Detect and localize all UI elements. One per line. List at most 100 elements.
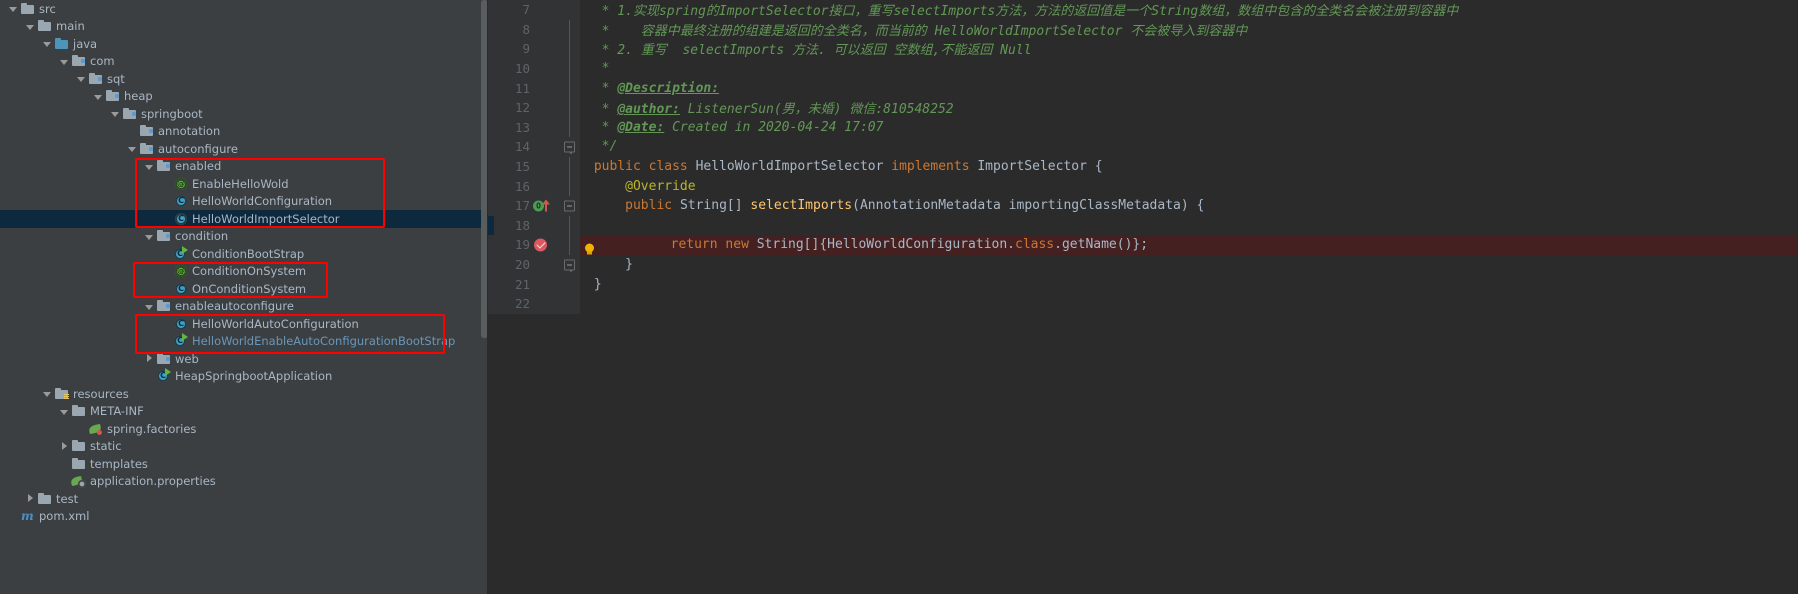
tree-item-spring-factories[interactable]: spring.factories	[0, 420, 488, 438]
code-line-11[interactable]: 11 * @Description:	[488, 78, 1798, 98]
code-line-9[interactable]: 9 * 2. 重写 selectImports 方法. 可以返回 空数组,不能返…	[488, 39, 1798, 59]
gutter-marker[interactable]	[530, 137, 556, 157]
gutter-line-10[interactable]: 10	[488, 58, 560, 79]
fold-gutter[interactable]	[560, 39, 580, 59]
tree-item-autoconfigure[interactable]: autoconfigure	[0, 140, 488, 158]
fold-gutter[interactable]	[560, 58, 580, 79]
gutter-marker[interactable]	[530, 98, 556, 118]
fold-gutter[interactable]	[560, 0, 580, 20]
chevron-down-icon[interactable]	[144, 231, 155, 242]
chevron-down-icon[interactable]	[25, 21, 36, 32]
chevron-down-icon[interactable]	[8, 3, 19, 14]
fold-gutter[interactable]	[560, 117, 580, 138]
code-line-22[interactable]: 22	[488, 293, 1798, 314]
tree-item-web[interactable]: web	[0, 350, 488, 368]
chevron-down-icon[interactable]	[42, 388, 53, 399]
gutter-line-14[interactable]: 14	[488, 137, 560, 157]
gutter-marker[interactable]	[530, 235, 556, 255]
gutter-line-19[interactable]: 19	[488, 235, 560, 255]
gutter-marker[interactable]	[530, 0, 556, 20]
gutter-line-17[interactable]: 17 O	[488, 195, 560, 216]
gutter-line-9[interactable]: 9	[488, 39, 560, 59]
gutter-line-11[interactable]: 11	[488, 78, 560, 98]
chevron-right-icon[interactable]	[59, 441, 70, 452]
code-line-20[interactable]: 20 }	[488, 254, 1798, 275]
fold-gutter[interactable]	[560, 137, 580, 157]
code-line-17[interactable]: 17 O public String[] selectImports(Annota…	[488, 195, 1798, 216]
chevron-right-icon[interactable]	[25, 493, 36, 504]
gutter-marker[interactable]	[530, 274, 556, 294]
tree-item-meta-inf[interactable]: META-INF	[0, 403, 488, 421]
gutter-line-13[interactable]: 13	[488, 117, 560, 138]
fold-end-icon[interactable]	[564, 259, 575, 273]
chevron-down-icon[interactable]	[93, 91, 104, 102]
tree-item-java[interactable]: java	[0, 35, 488, 53]
code-line-21[interactable]: 21 }	[488, 274, 1798, 294]
tree-item-src[interactable]: src	[0, 0, 488, 18]
fold-gutter[interactable]	[560, 19, 580, 40]
gutter-marker[interactable]	[530, 294, 556, 314]
gutter-line-20[interactable]: 20	[488, 254, 560, 275]
fold-gutter[interactable]	[560, 195, 580, 216]
fold-gutter[interactable]	[560, 274, 580, 294]
chevron-down-icon[interactable]	[42, 38, 53, 49]
tree-item-onconditionsystem[interactable]: C OnConditionSystem	[0, 280, 488, 298]
tree-item-pom-xml[interactable]: m pom.xml	[0, 508, 488, 526]
tree-item-com[interactable]: com	[0, 53, 488, 71]
tree-item-helloworldimportselector[interactable]: C HelloWorldImportSelector	[0, 210, 488, 228]
code-line-7[interactable]: 7 * 1.实现spring的ImportSelector接口，重写select…	[488, 0, 1798, 20]
tree-item-springboot[interactable]: springboot	[0, 105, 488, 123]
gutter-marker[interactable]	[530, 157, 556, 177]
breakpoint-verified-icon[interactable]	[534, 238, 547, 252]
chevron-down-icon[interactable]	[76, 73, 87, 84]
tree-item-heapspringbootapplication[interactable]: C HeapSpringbootApplication	[0, 368, 488, 386]
gutter-marker[interactable]	[530, 255, 556, 275]
tree-item-helloworldautoconfiguration[interactable]: C HelloWorldAutoConfiguration	[0, 315, 488, 333]
gutter-line-15[interactable]: 15	[488, 156, 560, 177]
tree-item-enablehellowold[interactable]: @ EnableHelloWold	[0, 175, 488, 193]
gutter-line-7[interactable]: 7	[488, 0, 560, 20]
gutter-marker[interactable]	[530, 118, 556, 138]
chevron-down-icon[interactable]	[59, 56, 70, 67]
tree-item-condition[interactable]: condition	[0, 228, 488, 246]
project-tool-window[interactable]: src main java com sqt heap springboot annotatio…	[0, 0, 488, 594]
fold-gutter[interactable]	[560, 215, 580, 236]
gutter-line-8[interactable]: 8	[488, 19, 560, 40]
tree-item-templates[interactable]: templates	[0, 455, 488, 473]
intention-bulb-icon[interactable]	[584, 243, 606, 255]
project-tree[interactable]: src main java com sqt heap springboot annotatio…	[0, 0, 488, 525]
code-line-10[interactable]: 10 *	[488, 58, 1798, 79]
gutter-line-18[interactable]: 18	[488, 215, 560, 236]
tree-item-helloworldconfiguration[interactable]: C HelloWorldConfiguration	[0, 193, 488, 211]
gutter-line-12[interactable]: 12	[488, 97, 560, 118]
tree-item-static[interactable]: static	[0, 438, 488, 456]
tree-item-conditionbootstrap[interactable]: C ConditionBootStrap	[0, 245, 488, 263]
implementing-arrow-icon[interactable]	[542, 199, 550, 212]
tree-item-conditiononsystem[interactable]: @ ConditionOnSystem	[0, 263, 488, 281]
gutter-line-16[interactable]: 16	[488, 176, 560, 196]
fold-gutter[interactable]	[560, 254, 580, 275]
code-line-14[interactable]: 14 */	[488, 137, 1798, 157]
code-line-13[interactable]: 13 * @Date: Created in 2020-04-24 17:07	[488, 117, 1798, 138]
gutter-marker[interactable]	[530, 20, 556, 40]
gutter-marker[interactable]	[530, 59, 556, 79]
gutter-marker[interactable]	[530, 78, 556, 98]
chevron-down-icon[interactable]	[144, 301, 155, 312]
fold-gutter[interactable]	[560, 293, 580, 314]
tree-item-application-properties[interactable]: application.properties	[0, 473, 488, 491]
code-line-18[interactable]: 18	[488, 215, 1798, 236]
code-line-15[interactable]: 15 public class HelloWorldImportSelector…	[488, 156, 1798, 177]
gutter-line-21[interactable]: 21	[488, 274, 560, 294]
fold-collapse-icon[interactable]	[564, 200, 575, 212]
tree-item-resources[interactable]: resources	[0, 385, 488, 403]
fold-gutter[interactable]	[560, 156, 580, 177]
tree-item-helloworldenableautoconfigurationbootstrap[interactable]: C HelloWorldEnableAutoConfigurationBootSt…	[0, 333, 488, 351]
fold-gutter[interactable]	[560, 97, 580, 118]
tree-item-test[interactable]: test	[0, 490, 488, 508]
code-line-12[interactable]: 12 * @author: ListenerSun(男，未婚) 微信:81054…	[488, 97, 1798, 118]
code-editor[interactable]: 7 * 1.实现spring的ImportSelector接口，重写select…	[488, 0, 1798, 594]
code-line-8[interactable]: 8 * 容器中最终注册的组建是返回的全类名，而当前的 HelloWorldImp…	[488, 19, 1798, 40]
tree-item-annotation[interactable]: annotation	[0, 123, 488, 141]
tree-item-sqt[interactable]: sqt	[0, 70, 488, 88]
tree-item-enableautoconfigure[interactable]: enableautoconfigure	[0, 298, 488, 316]
